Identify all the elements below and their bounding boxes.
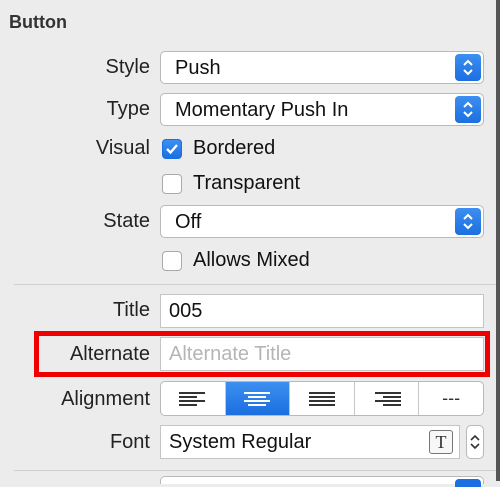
font-label: Font xyxy=(109,431,150,453)
state-label: State xyxy=(103,210,150,232)
highlight-box xyxy=(34,331,490,377)
align-right-icon xyxy=(374,391,401,406)
transparent-checkbox[interactable] xyxy=(162,174,182,194)
align-left-segment[interactable] xyxy=(161,382,226,415)
align-natural-text: --- xyxy=(442,388,461,408)
alignment-segmented-control[interactable]: --- xyxy=(160,381,484,416)
state-popup-value: Off xyxy=(175,211,202,233)
popup-arrows-icon xyxy=(455,96,481,123)
alignment-label: Alignment xyxy=(61,388,150,410)
type-popup[interactable]: Momentary Push In xyxy=(160,93,484,126)
state-popup[interactable]: Off xyxy=(160,205,484,238)
bordered-checkbox[interactable] xyxy=(162,139,182,159)
align-center-icon xyxy=(244,391,271,406)
align-center-segment[interactable] xyxy=(225,382,291,415)
window-edge xyxy=(496,0,500,481)
align-right-segment[interactable] xyxy=(355,382,420,415)
style-popup[interactable]: Push xyxy=(160,51,484,84)
bordered-label: Bordered xyxy=(193,137,276,159)
style-popup-value: Push xyxy=(175,57,221,79)
title-field[interactable]: 005 xyxy=(160,294,484,328)
transparent-label: Transparent xyxy=(193,172,301,194)
style-label: Style xyxy=(105,56,150,78)
title-field-value: 005 xyxy=(169,300,203,322)
align-natural-segment[interactable]: --- xyxy=(419,382,483,415)
align-justified-segment[interactable] xyxy=(290,382,355,415)
align-left-icon xyxy=(178,391,205,406)
next-control-partial[interactable] xyxy=(160,476,484,487)
visual-label: Visual xyxy=(95,137,150,159)
stepper-arrows-icon xyxy=(470,434,480,450)
attributes-inspector-panel: Button Style Push Type Momentary Push In… xyxy=(0,0,496,487)
font-field-value: System Regular xyxy=(169,431,312,453)
type-label: Type xyxy=(106,98,150,120)
popup-arrows-icon xyxy=(455,208,481,235)
popup-arrows-icon xyxy=(455,54,481,81)
allows-mixed-checkbox[interactable] xyxy=(162,251,182,271)
popup-arrows-icon xyxy=(455,479,481,487)
section-divider xyxy=(14,470,496,471)
align-justified-icon xyxy=(308,391,335,406)
title-label: Title xyxy=(112,299,150,321)
type-popup-value: Momentary Push In xyxy=(175,99,349,121)
allows-mixed-label: Allows Mixed xyxy=(193,249,310,271)
checkmark-icon xyxy=(166,144,178,155)
font-picker-icon[interactable]: T xyxy=(429,430,453,454)
font-size-stepper[interactable] xyxy=(466,425,484,459)
font-field[interactable]: System Regular T xyxy=(160,425,460,459)
section-divider xyxy=(14,284,496,285)
section-title: Button xyxy=(9,12,67,32)
